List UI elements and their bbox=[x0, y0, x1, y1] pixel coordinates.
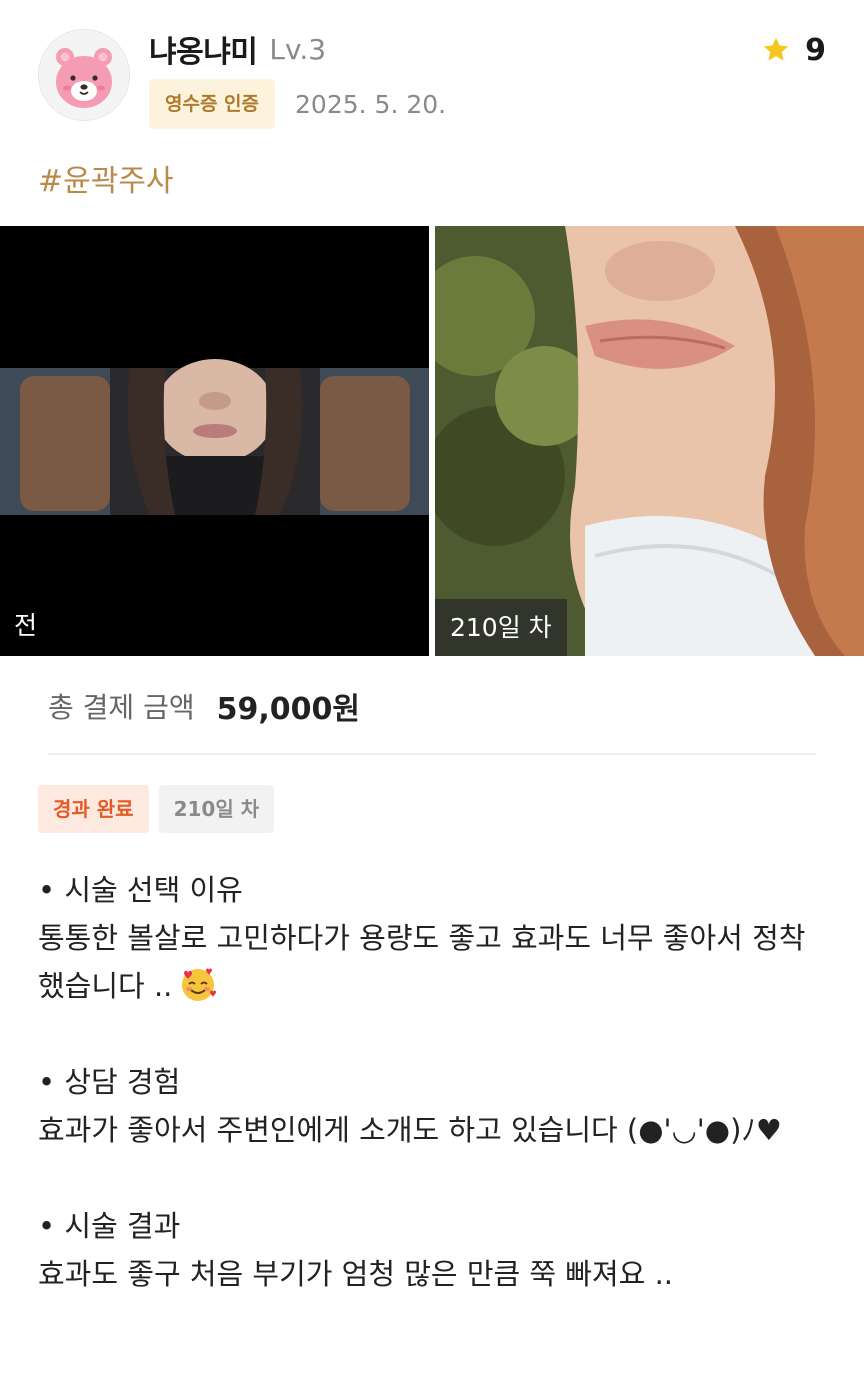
bear-avatar-image bbox=[39, 30, 129, 120]
section-body: 통통한 볼살로 고민하다가 용량도 좋고 효과도 너무 좋아서 정착 했습니다 … bbox=[38, 914, 828, 1010]
section-body: 효과가 좋아서 주변인에게 소개도 하고 있습니다 (●'◡'●)ﾉ♥ bbox=[38, 1113, 782, 1147]
star-icon bbox=[761, 35, 791, 65]
payment-summary: 총 결제 금액 59,000원 bbox=[48, 685, 360, 727]
review-header: 냐옹냐미 Lv.3 영수증 인증 2025. 5. 20. 9 bbox=[0, 0, 864, 140]
before-photo[interactable]: 전 bbox=[0, 226, 429, 656]
bear-avatar-icon[interactable] bbox=[38, 29, 130, 121]
payment-label: 총 결제 금액 bbox=[48, 691, 195, 724]
review-date: 2025. 5. 20. bbox=[295, 89, 447, 119]
payment-amount: 59,000원 bbox=[216, 692, 360, 727]
status-badge: 경과 완료 bbox=[38, 785, 149, 833]
review-section: • 시술 선택 이유 통통한 볼살로 고민하다가 용량도 좋고 효과도 너무 좋… bbox=[38, 866, 828, 1010]
photo-gallery: 전 210일 차 bbox=[0, 226, 864, 656]
section-title: • 상담 경험 bbox=[38, 1065, 181, 1099]
rating-value: 9 bbox=[805, 32, 826, 68]
username-line: 냐옹냐미 Lv.3 bbox=[149, 27, 327, 71]
section-body: 효과도 좋구 처음 부기가 엄청 많은 만큼 쭉 빠져요 .. bbox=[38, 1257, 674, 1291]
after-photo-image bbox=[435, 226, 864, 656]
divider bbox=[48, 753, 816, 755]
before-photo-label: 전 bbox=[14, 611, 38, 640]
review-section: • 상담 경험 효과가 좋아서 주변인에게 소개도 하고 있습니다 (●'◡'●… bbox=[38, 1058, 828, 1154]
before-photo-image bbox=[0, 226, 429, 656]
review-section: • 시술 결과 효과도 좋구 처음 부기가 엄청 많은 만큼 쭉 빠져요 .. bbox=[38, 1202, 828, 1298]
section-title: • 시술 결과 bbox=[38, 1209, 181, 1243]
rating: 9 bbox=[761, 30, 826, 70]
user-level: Lv.3 bbox=[269, 32, 327, 66]
procedure-hashtag[interactable]: #윤곽주사 bbox=[38, 156, 174, 200]
after-photo[interactable]: 210일 차 bbox=[435, 226, 864, 656]
status-tags: 경과 완료 210일 차 bbox=[38, 785, 275, 833]
review-body: • 시술 선택 이유 통통한 볼살로 고민하다가 용량도 좋고 효과도 너무 좋… bbox=[38, 866, 828, 1346]
after-photo-label: 210일 차 bbox=[435, 599, 567, 656]
username[interactable]: 냐옹냐미 bbox=[149, 27, 258, 71]
badge-line: 영수증 인증 2025. 5. 20. bbox=[149, 79, 446, 129]
section-title: • 시술 선택 이유 bbox=[38, 873, 243, 907]
section-text: 통통한 볼살로 고민하다가 용량도 좋고 효과도 너무 좋아서 정착 했습니다 … bbox=[38, 921, 806, 1003]
day-badge: 210일 차 bbox=[158, 785, 275, 833]
smiling-face-with-hearts-icon bbox=[178, 964, 218, 1004]
receipt-verified-badge: 영수증 인증 bbox=[149, 79, 276, 129]
